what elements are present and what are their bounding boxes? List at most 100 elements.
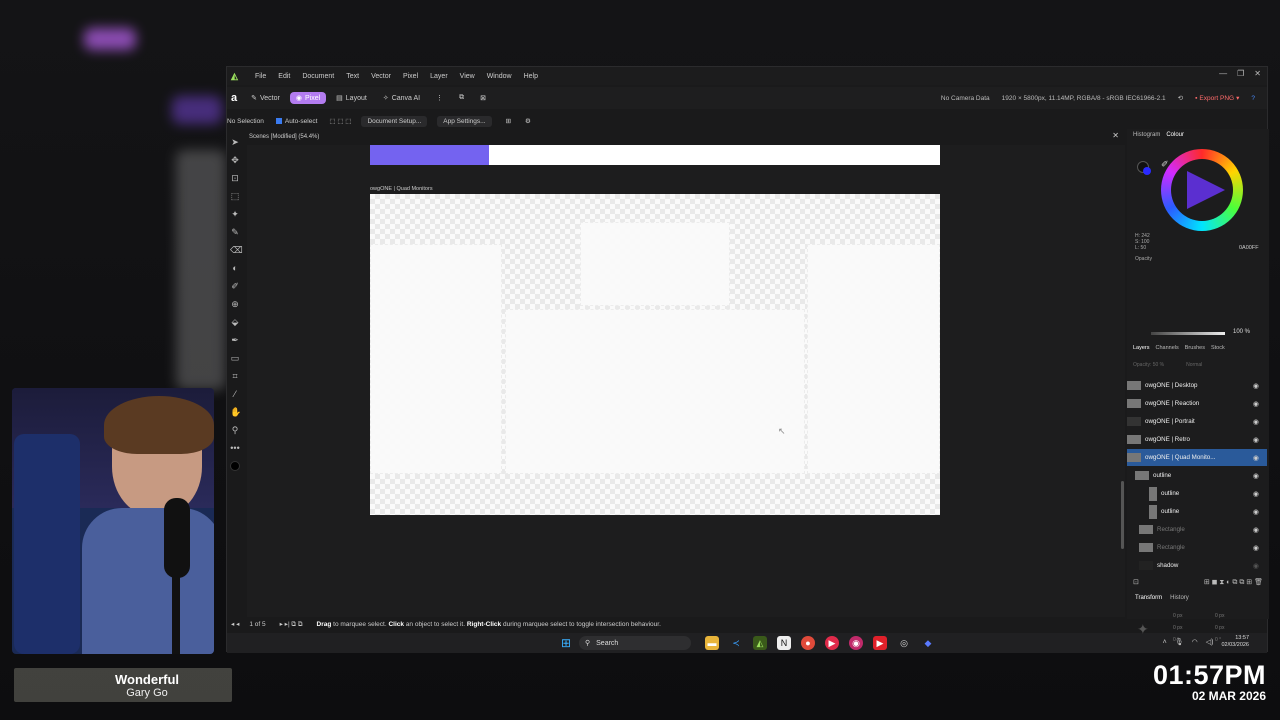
opacity-slider[interactable]: [1151, 332, 1225, 335]
dodge-tool-icon[interactable]: ◐: [230, 263, 240, 273]
menu-window[interactable]: Window: [481, 73, 518, 80]
close-document-icon[interactable]: ✕: [1112, 131, 1119, 140]
help-icon[interactable]: ?: [1251, 95, 1255, 102]
layer-row[interactable]: outline ◉: [1127, 485, 1267, 502]
menu-text[interactable]: Text: [340, 73, 365, 80]
background-swatch[interactable]: [1143, 167, 1151, 175]
menu-layer[interactable]: Layer: [424, 73, 454, 80]
visibility-eye-icon[interactable]: ◉: [1253, 526, 1259, 534]
snapshot-icon[interactable]: ⧉: [453, 92, 470, 104]
visibility-eye-icon[interactable]: ◉: [1253, 544, 1259, 552]
obs-icon[interactable]: ◎: [897, 636, 911, 650]
mesh-tool-icon[interactable]: ⌗: [230, 371, 240, 381]
menu-help[interactable]: Help: [518, 73, 544, 80]
document-setup-button[interactable]: Document Setup...: [361, 115, 428, 127]
file-explorer-icon[interactable]: ▬: [705, 636, 719, 650]
tab-channels[interactable]: Channels: [1156, 345, 1179, 351]
more-tools-icon[interactable]: •••: [230, 443, 240, 453]
blend-mode[interactable]: Normal: [1186, 362, 1202, 368]
page-controls-icon[interactable]: ▸ ▸| ⧉ ⧉: [280, 620, 303, 629]
erase-tool-icon[interactable]: ⌫: [230, 245, 243, 255]
pen-tool-icon[interactable]: ✒: [230, 335, 240, 345]
colour-swatch-icon[interactable]: [230, 461, 240, 471]
menu-edit[interactable]: Edit: [272, 73, 296, 80]
colour-wheel[interactable]: [1161, 149, 1243, 231]
crop-tool-icon[interactable]: ⊡: [230, 173, 240, 183]
tray-chevron-icon[interactable]: ˄: [1163, 639, 1167, 646]
artboard-quad-monitors[interactable]: ↖: [370, 194, 940, 515]
visibility-eye-icon[interactable]: ◉: [1253, 400, 1259, 408]
anchor-icon[interactable]: ✦: [1137, 621, 1149, 638]
visibility-eye-icon[interactable]: ◉: [1253, 418, 1259, 426]
tab-transform[interactable]: Transform: [1135, 595, 1162, 601]
windows-start-icon[interactable]: ⊞: [561, 636, 571, 650]
tab-layers[interactable]: Layers: [1133, 345, 1150, 351]
pan-tool-icon[interactable]: ✥: [230, 155, 240, 165]
layer-row-selected[interactable]: owgONE | Quad Monito... ◉: [1127, 449, 1267, 466]
app-settings-button[interactable]: App Settings...: [437, 115, 492, 127]
vertical-scrollbar[interactable]: [1121, 481, 1124, 549]
opacity-value[interactable]: 100 %: [1233, 329, 1250, 335]
page-nav-icon[interactable]: ◂ ◂: [231, 620, 239, 628]
visibility-eye-icon[interactable]: ◉: [1253, 436, 1259, 444]
brush-tool-icon[interactable]: ✎: [230, 227, 240, 237]
layer-row[interactable]: owgONE | Desktop ◉: [1127, 377, 1267, 394]
chrome-icon[interactable]: ●: [801, 636, 815, 650]
menu-view[interactable]: View: [454, 73, 481, 80]
close-icon[interactable]: ✕: [1254, 69, 1261, 78]
tab-stock[interactable]: Stock: [1211, 345, 1225, 351]
visibility-eye-icon[interactable]: ◉: [1253, 382, 1259, 390]
zoom-tool-icon[interactable]: ⚲: [230, 425, 240, 435]
gear-icon[interactable]: ⚙: [525, 117, 531, 125]
more-icon[interactable]: ⋮: [430, 92, 449, 104]
menu-vector[interactable]: Vector: [365, 73, 397, 80]
eyedropper-icon[interactable]: ⁄: [230, 389, 240, 399]
autoselect-checkbox[interactable]: Auto-select: [275, 118, 317, 125]
document-tab[interactable]: Scenes [Modified] (54.4%): [249, 131, 319, 143]
layer-row[interactable]: shadow ◉: [1127, 557, 1267, 574]
tab-history[interactable]: History: [1170, 595, 1189, 601]
grid-icon[interactable]: ⊞: [506, 117, 511, 125]
app-icon[interactable]: ◆: [921, 636, 935, 650]
maximize-icon[interactable]: ❐: [1237, 69, 1244, 78]
clone-tool-icon[interactable]: ⊕: [230, 299, 240, 309]
browser-icon[interactable]: ◉: [849, 636, 863, 650]
taskbar-search[interactable]: ⚲ Search: [579, 636, 691, 650]
grid-toggle-icon[interactable]: ⊠: [474, 92, 492, 104]
visibility-eye-icon[interactable]: ◉: [1253, 490, 1259, 498]
notion-icon[interactable]: N: [777, 636, 791, 650]
visibility-eye-icon[interactable]: ◉: [1253, 472, 1259, 480]
visibility-eye-icon[interactable]: ◉: [1253, 454, 1259, 462]
hand-tool-icon[interactable]: ✋: [230, 407, 241, 417]
vector-persona-button[interactable]: ✎ Vector: [245, 92, 286, 104]
layer-row[interactable]: outline ◉: [1127, 503, 1267, 520]
layout-persona-button[interactable]: ▤ Layout: [330, 92, 373, 104]
layer-row[interactable]: owgONE | Reaction ◉: [1127, 395, 1267, 412]
export-button[interactable]: ▪ Export PNG ▾: [1195, 94, 1239, 103]
tab-histogram[interactable]: Histogram: [1133, 132, 1160, 138]
affinity-app-icon[interactable]: ◭: [753, 636, 767, 650]
minimize-icon[interactable]: —: [1219, 69, 1227, 78]
canva-ai-button[interactable]: ✧ Canva AI: [377, 92, 426, 104]
wand-icon[interactable]: ⟲: [1178, 94, 1183, 102]
layer-row[interactable]: Rectangle ◉: [1127, 539, 1267, 556]
layer-row[interactable]: owgONE | Retro ◉: [1127, 431, 1267, 448]
menu-pixel[interactable]: Pixel: [397, 73, 424, 80]
canvas-area[interactable]: owgONE | Quad Monitors ↖: [247, 145, 1125, 619]
colour-triangle[interactable]: [1187, 171, 1225, 209]
menu-file[interactable]: File: [249, 73, 272, 80]
blur-tool-icon[interactable]: ✐: [230, 281, 240, 291]
visibility-eye-icon[interactable]: ◉: [1253, 508, 1259, 516]
layer-settings-icon[interactable]: ⊡: [1133, 578, 1139, 587]
layer-row[interactable]: Rectangle ◉: [1127, 521, 1267, 538]
tab-brushes[interactable]: Brushes: [1185, 345, 1205, 351]
fill-tool-icon[interactable]: ⬙: [230, 317, 240, 327]
youtube-icon[interactable]: ▶: [873, 636, 887, 650]
shape-tool-icon[interactable]: ▭: [230, 353, 240, 363]
layer-opacity[interactable]: Opacity: 50 %: [1133, 362, 1164, 368]
hex-value[interactable]: 0A00FF: [1239, 245, 1259, 251]
media-player-icon[interactable]: ▶: [825, 636, 839, 650]
menu-document[interactable]: Document: [296, 73, 340, 80]
tab-colour[interactable]: Colour: [1166, 132, 1184, 138]
pixel-persona-button[interactable]: ◉ Pixel: [289, 92, 327, 104]
